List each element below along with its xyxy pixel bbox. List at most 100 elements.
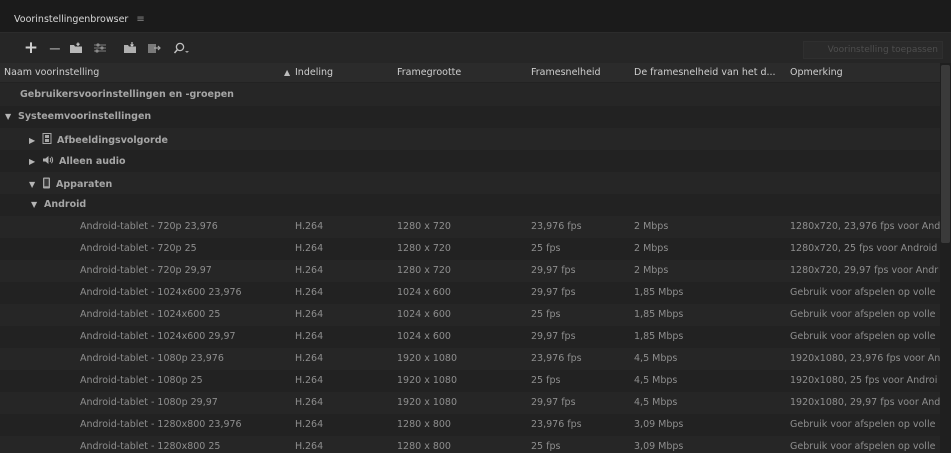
preset-format: H.264 (295, 243, 324, 254)
preset-comment: Gebruik voor afspelen op volle (790, 419, 936, 430)
caret-right-icon[interactable]: ▶ (29, 136, 37, 145)
caret-down-icon[interactable]: ▼ (29, 180, 37, 189)
column-header-bitrate[interactable]: De framesnelheid van het d... (634, 67, 776, 78)
sort-ascending-icon[interactable]: ▲ (284, 68, 290, 77)
preset-row[interactable]: Android-tablet - 720p 29,97 H.264 1280 x 7… (0, 260, 940, 282)
preset-frame-rate: 23,976 fps (531, 221, 582, 232)
import-preset-icon[interactable] (122, 39, 138, 57)
preset-row[interactable]: Android-tablet - 1024x600 25 H.264 1024 x … (0, 304, 940, 326)
preset-bitrate: 1,85 Mbps (634, 331, 684, 342)
preset-row[interactable]: Android-tablet - 1080p 29,97 H.264 1920 x … (0, 392, 940, 414)
preset-settings-icon[interactable] (92, 39, 108, 57)
preset-bitrate: 1,85 Mbps (634, 309, 684, 320)
group-system-presets[interactable]: ▼ Systeemvoorinstellingen (0, 106, 940, 128)
preset-frame-rate: 23,976 fps (531, 419, 582, 430)
group-android[interactable]: ▼ Android (0, 194, 940, 216)
preset-row[interactable]: Android-tablet - 720p 23,976 H.264 1280 x … (0, 216, 940, 238)
group-audio-only[interactable]: ▶ Alleen audio (0, 150, 940, 172)
scrollbar-thumb[interactable] (941, 65, 950, 243)
group-label: Afbeeldingsvolgorde (57, 134, 168, 146)
preset-frame-rate: 25 fps (531, 375, 561, 386)
preset-comment: 1280x720, 29,97 fps voor Andr (790, 265, 939, 276)
preset-frame-size: 1280 x 800 (397, 441, 451, 452)
export-preset-icon[interactable] (146, 39, 162, 57)
preset-format: H.264 (295, 331, 324, 342)
film-strip-icon (42, 133, 52, 147)
preset-bitrate: 4,5 Mbps (634, 397, 678, 408)
preset-bitrate: 4,5 Mbps (634, 375, 678, 386)
preset-comment: 1280x720, 25 fps voor Android (790, 243, 938, 254)
preset-format: H.264 (295, 221, 324, 232)
preset-row[interactable]: Android-tablet - 1024x600 29,97 H.264 1024… (0, 326, 940, 348)
preset-format: H.264 (295, 375, 324, 386)
preset-name: Android-tablet - 1080p 29,97 (80, 397, 218, 408)
preset-format: H.264 (295, 287, 324, 298)
preset-frame-rate: 29,97 fps (531, 397, 576, 408)
preset-format: H.264 (295, 419, 324, 430)
preset-frame-rate: 25 fps (531, 309, 561, 320)
group-label: Apparaten (56, 179, 113, 190)
search-icon[interactable] (172, 39, 190, 57)
preset-row[interactable]: Android-tablet - 1080p 23,976 H.264 1920 x… (0, 348, 940, 370)
remove-preset-icon[interactable]: − (48, 39, 62, 58)
preset-row[interactable]: Android-tablet - 720p 25 H.264 1280 x 720 2… (0, 238, 940, 260)
add-preset-icon[interactable]: + (24, 38, 38, 58)
preset-frame-rate: 29,97 fps (531, 331, 576, 342)
group-label: Gebruikersvoorinstellingen en -groepen (20, 89, 234, 100)
column-header-row: Naam voorinstelling ▲ Indeling Framegroo… (0, 63, 940, 83)
caret-right-icon[interactable]: ▶ (29, 157, 37, 166)
tab-title: Voorinstellingenbrowser (14, 13, 129, 25)
column-header-frame-size[interactable]: Framegrootte (397, 67, 461, 78)
preset-name: Android-tablet - 1024x600 29,97 (80, 331, 236, 342)
preset-format: H.264 (295, 353, 324, 364)
preset-row[interactable]: Android-tablet - 1080p 25 H.264 1920 x 108… (0, 370, 940, 392)
preset-name: Android-tablet - 1024x600 25 (80, 309, 221, 320)
caret-down-icon[interactable]: ▼ (5, 112, 13, 121)
preset-frame-rate: 25 fps (531, 441, 561, 452)
preset-name: Android-tablet - 720p 25 (80, 243, 197, 254)
toolbar: + − Voorinstelling toepassen (0, 33, 951, 63)
speaker-icon (42, 155, 54, 168)
group-image-sequence[interactable]: ▶ Afbeeldingsvolgorde (0, 128, 940, 150)
column-header-format[interactable]: Indeling (295, 67, 333, 78)
apply-preset-button[interactable]: Voorinstelling toepassen (803, 41, 943, 59)
new-group-icon[interactable] (68, 39, 84, 57)
group-devices[interactable]: ▼ Apparaten (0, 172, 940, 194)
preset-name: Android-tablet - 1080p 23,976 (80, 353, 224, 364)
group-label: Android (44, 199, 87, 210)
preset-frame-size: 1024 x 600 (397, 287, 451, 298)
caret-down-icon[interactable]: ▼ (31, 200, 39, 209)
preset-format: H.264 (295, 397, 324, 408)
tab-bar: Voorinstellingenbrowser ≡ (0, 0, 951, 33)
vertical-scrollbar[interactable] (940, 63, 951, 453)
preset-frame-size: 1024 x 600 (397, 331, 451, 342)
column-header-comment[interactable]: Opmerking (790, 67, 843, 78)
device-icon (42, 177, 51, 192)
preset-format: H.264 (295, 265, 324, 276)
panel-menu-icon[interactable]: ≡ (136, 14, 144, 25)
preset-frame-size: 1024 x 600 (397, 309, 451, 320)
preset-frame-size: 1920 x 1080 (397, 397, 458, 408)
preset-row[interactable]: Android-tablet - 1280x800 25 H.264 1280 x … (0, 436, 940, 453)
tab-preset-browser[interactable]: Voorinstellingenbrowser ≡ (11, 10, 151, 28)
column-header-name[interactable]: Naam voorinstelling (4, 67, 99, 78)
preset-name: Android-tablet - 1024x600 23,976 (80, 287, 242, 298)
preset-comment: Gebruik voor afspelen op volle (790, 331, 936, 342)
group-label: Systeemvoorinstellingen (18, 111, 152, 122)
preset-frame-rate: 29,97 fps (531, 287, 576, 298)
preset-browser-panel: Voorinstellingenbrowser ≡ + − Voorinstel… (0, 0, 951, 453)
preset-comment: 1920x1080, 29,97 fps voor And (790, 397, 940, 408)
preset-name: Android-tablet - 720p 23,976 (80, 221, 218, 232)
preset-name: Android-tablet - 1280x800 23,976 (80, 419, 242, 430)
preset-comment: 1920x1080, 23,976 fps voor An (790, 353, 940, 364)
preset-bitrate: 2 Mbps (634, 265, 669, 276)
preset-tree: Gebruikersvoorinstellingen en -groepen ▼… (0, 84, 940, 453)
preset-row[interactable]: Android-tablet - 1280x800 23,976 H.264 128… (0, 414, 940, 436)
group-label: Alleen audio (59, 156, 126, 167)
preset-bitrate: 1,85 Mbps (634, 287, 684, 298)
column-header-frame-rate[interactable]: Framesnelheid (531, 67, 601, 78)
preset-row[interactable]: Android-tablet - 1024x600 23,976 H.264 102… (0, 282, 940, 304)
preset-comment: 1920x1080, 25 fps voor Androi (790, 375, 938, 386)
group-user-presets[interactable]: Gebruikersvoorinstellingen en -groepen (0, 84, 940, 106)
preset-frame-rate: 29,97 fps (531, 265, 576, 276)
